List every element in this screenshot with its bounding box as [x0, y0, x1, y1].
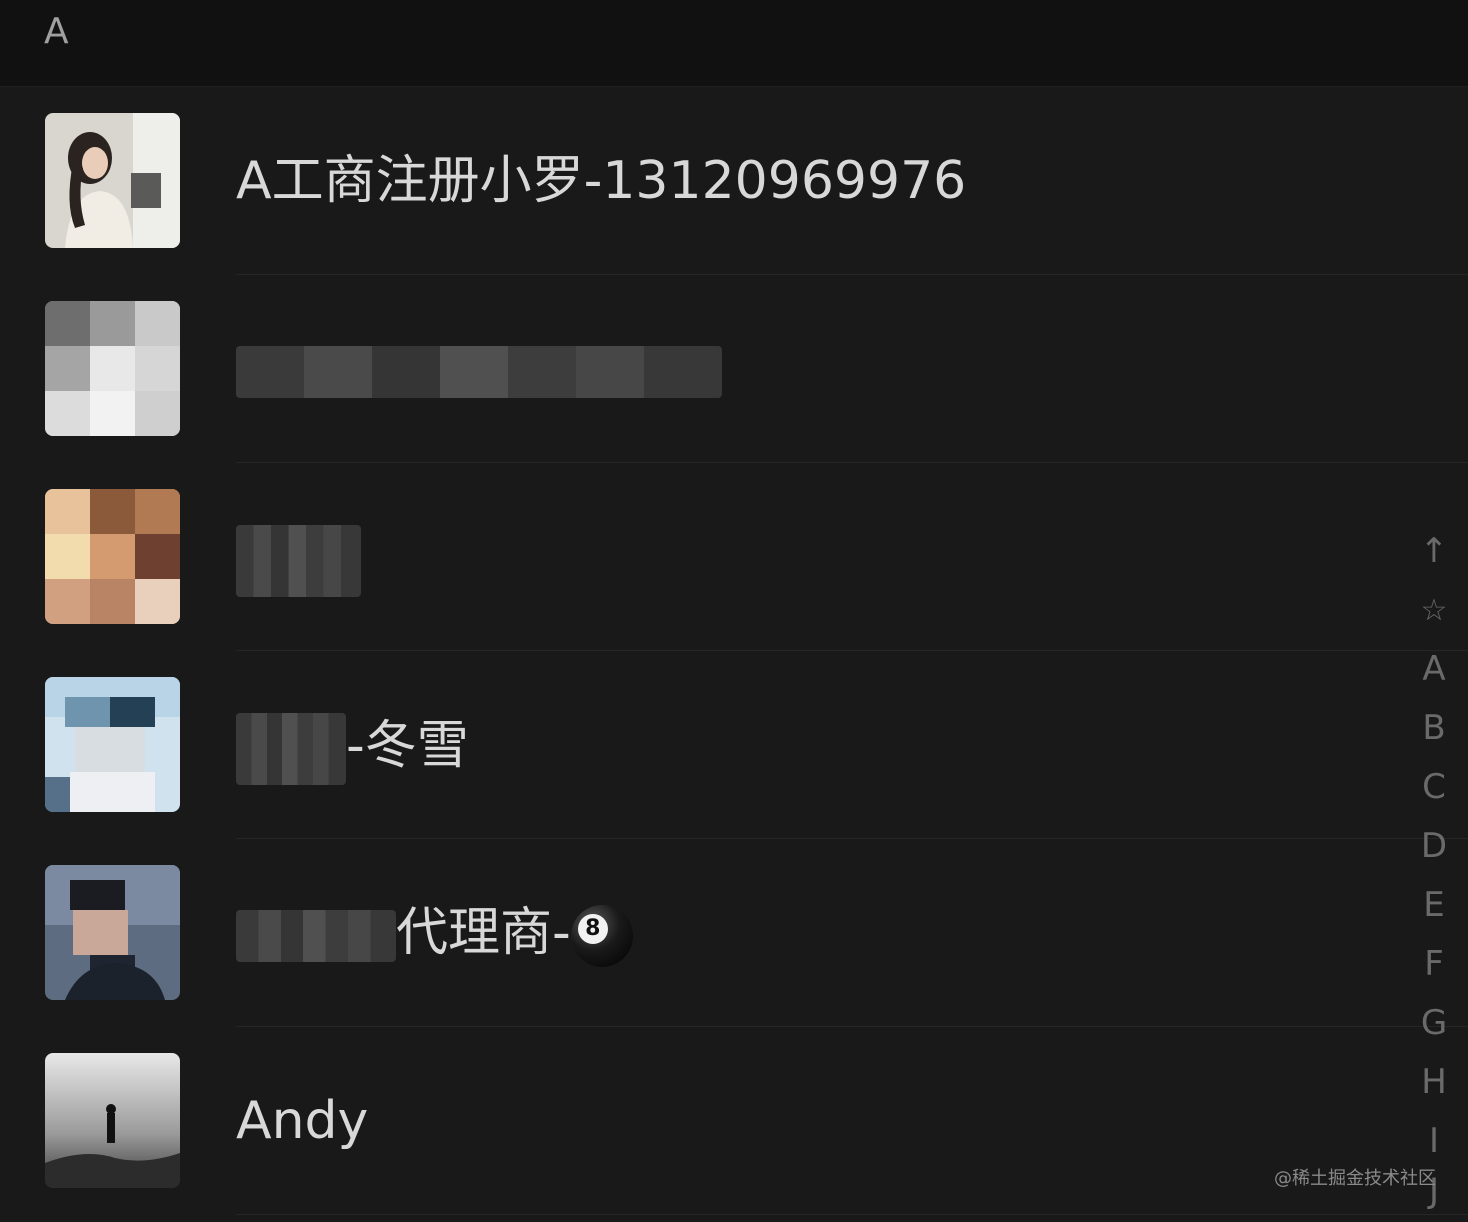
eight-ball-icon: 8: [570, 905, 633, 967]
contact-name: A工商注册小罗-13120969976: [236, 151, 967, 211]
avatar: [45, 677, 180, 812]
blurred-name: [236, 713, 346, 785]
index-letter-e[interactable]: E: [1414, 876, 1454, 935]
contact-row[interactable]: [0, 463, 1468, 651]
section-header: A: [0, 0, 1468, 87]
contact-name: [236, 525, 361, 597]
contact-row[interactable]: 代理商- 8: [0, 839, 1468, 1027]
watermark: @稀土掘金技术社区: [1274, 1168, 1436, 1189]
contact-list[interactable]: A工商注册小罗-13120969976 -冬雪 代理商- 8 Andy: [0, 87, 1468, 1215]
index-letter-c[interactable]: C: [1414, 758, 1454, 817]
section-letter: A: [44, 11, 69, 52]
avatar: [45, 489, 180, 624]
index-letter-g[interactable]: G: [1414, 994, 1454, 1053]
index-letter-i[interactable]: I: [1414, 1112, 1454, 1171]
blurred-name: [236, 910, 396, 962]
blurred-name: [236, 346, 722, 398]
index-letter-h[interactable]: H: [1414, 1053, 1454, 1112]
avatar: [45, 301, 180, 436]
avatar: [45, 1053, 180, 1188]
index-letter-d[interactable]: D: [1414, 817, 1454, 876]
contact-row[interactable]: Andy: [0, 1027, 1468, 1215]
contact-name: Andy: [236, 1091, 369, 1151]
contact-name: [236, 337, 722, 401]
contact-name-suffix: 代理商-: [396, 903, 571, 963]
index-star-icon[interactable]: ☆: [1414, 581, 1454, 640]
avatar: [45, 865, 180, 1000]
contacts-page: A A工商注册小罗-13120969976 -冬雪 代理商- 8 Andy ↑ …: [0, 0, 1468, 1222]
contact-name: 代理商- 8: [236, 901, 633, 967]
blurred-name: [236, 525, 361, 597]
index-letter-a[interactable]: A: [1414, 640, 1454, 699]
contact-row[interactable]: A工商注册小罗-13120969976: [0, 87, 1468, 275]
index-letter-b[interactable]: B: [1414, 699, 1454, 758]
avatar: [45, 113, 180, 248]
contact-row[interactable]: -冬雪: [0, 651, 1468, 839]
contact-name: -冬雪: [236, 713, 469, 785]
index-letter-f[interactable]: F: [1414, 935, 1454, 994]
index-top-arrow-icon[interactable]: ↑: [1414, 522, 1454, 581]
row-divider: [236, 1214, 1468, 1215]
contact-row[interactable]: [0, 275, 1468, 463]
contact-name-suffix: -冬雪: [346, 716, 469, 776]
alphabet-index-bar[interactable]: ↑ ☆ A B C D E F G H I J: [1414, 522, 1454, 1211]
